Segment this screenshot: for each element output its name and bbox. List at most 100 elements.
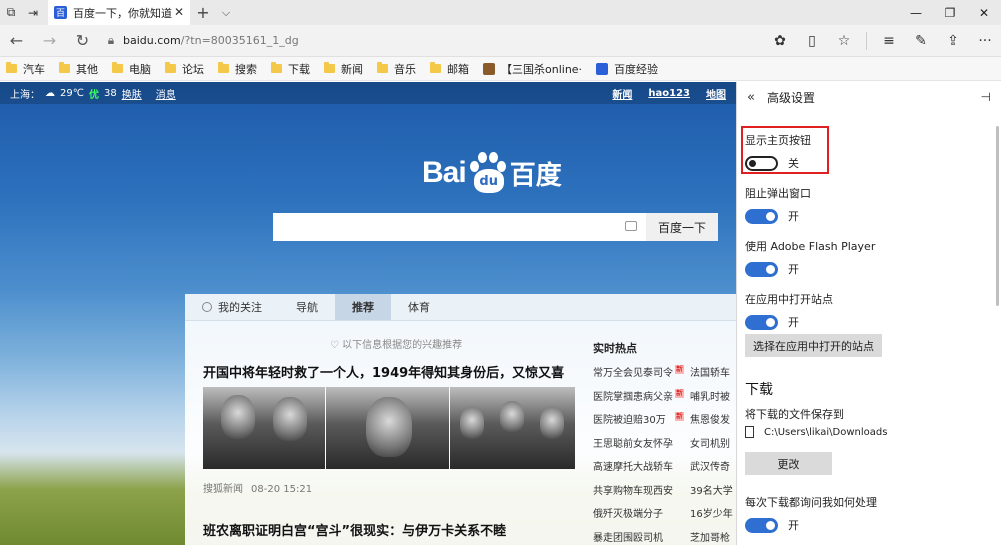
toggle-switch[interactable]	[745, 208, 778, 224]
share-icon[interactable]: ⇪	[937, 25, 969, 57]
ask-download-toggle[interactable]: 开	[745, 517, 877, 533]
hot-item[interactable]: 医院掌掴患病父亲新哺乳时被	[593, 388, 736, 412]
tab-navigation[interactable]: 导航	[279, 294, 335, 320]
chevron-down-icon[interactable]: ⌵	[216, 6, 236, 20]
favorite-item[interactable]: 新闻	[324, 61, 363, 77]
close-window-icon[interactable]: ✕	[967, 0, 1001, 25]
flash-toggle[interactable]: 开	[745, 261, 875, 277]
scrollbar[interactable]	[996, 126, 999, 306]
news-headline[interactable]: 开国中将年轻时救了一个人，1949年得知其身份后，又惊又喜	[203, 362, 564, 381]
favorite-item[interactable]: 论坛	[165, 61, 204, 77]
choose-sites-button[interactable]: 选择在应用中打开的站点	[745, 334, 882, 357]
extension-icon[interactable]: ✿	[764, 25, 796, 57]
weather-widget[interactable]: 上海： ☁ 29℃ 优 38	[10, 86, 122, 101]
new-tab-icon[interactable]: +	[190, 3, 216, 22]
toggle-switch[interactable]	[745, 261, 778, 277]
favorite-item[interactable]: 【三国杀online·	[483, 61, 582, 77]
favorite-star-icon[interactable]: ☆	[828, 25, 860, 57]
new-badge: 新	[675, 412, 684, 421]
favorite-item[interactable]: 其他	[59, 61, 98, 77]
tab-title: 百度一下，你就知道	[73, 6, 172, 20]
open-in-app-toggle[interactable]: 开	[745, 314, 833, 330]
toolbar-divider	[866, 32, 867, 50]
skin-link[interactable]: 换肤	[122, 86, 142, 101]
refresh-icon[interactable]: ↻	[66, 25, 99, 57]
url-path: /?tn=80035161_1_dg	[180, 34, 299, 47]
setting-home-button: 显示主页按钮 关	[741, 126, 829, 174]
search-button[interactable]: 百度一下	[646, 213, 718, 241]
favorite-item[interactable]: 下载	[271, 61, 310, 77]
badge-slot	[675, 530, 684, 539]
back-arrow-icon[interactable]: ←	[0, 25, 33, 57]
folder-icon	[59, 62, 70, 73]
favorite-item[interactable]: 百度经验	[596, 61, 658, 77]
favorite-item[interactable]: 音乐	[377, 61, 416, 77]
toggle-switch[interactable]	[745, 155, 778, 171]
search-box: 百度一下	[273, 213, 718, 241]
save-path-row: C:\Users\likai\Downloads	[745, 426, 887, 438]
new-badge: 新	[675, 388, 684, 398]
back-chevron-icon[interactable]: «	[747, 90, 755, 105]
close-tab-icon[interactable]: ✕	[174, 5, 184, 19]
favorite-item[interactable]: 邮箱	[430, 61, 469, 77]
toggle-state: 开	[788, 263, 799, 276]
news-source[interactable]: 搜狐新闻	[203, 484, 243, 495]
change-button[interactable]: 更改	[745, 452, 832, 475]
news-link[interactable]: 新闻	[612, 86, 632, 101]
tab-recommend[interactable]: 推荐	[335, 294, 391, 320]
news-photo	[325, 387, 450, 469]
flash-label: 使用 Adobe Flash Player	[745, 240, 876, 253]
temperature: 29℃	[60, 87, 84, 99]
block-popups-toggle[interactable]: 开	[745, 208, 811, 224]
tab-preview-icon[interactable]: ⧉	[0, 0, 22, 25]
photo-face	[273, 397, 307, 441]
news-photos[interactable]	[203, 387, 576, 469]
hot-item[interactable]: 王思聪前女友怀孕 女司机别	[593, 435, 736, 459]
news-photo	[450, 387, 575, 469]
favorite-item[interactable]: 电脑	[112, 61, 151, 77]
baidu-logo: Bai du 百度	[422, 148, 562, 198]
pin-icon[interactable]: ⊣	[981, 90, 991, 104]
folder-icon	[6, 62, 17, 73]
toggle-switch[interactable]	[745, 314, 778, 330]
baidu-favicon-icon: 百	[54, 6, 67, 19]
set-aside-tabs-icon[interactable]: ⇥	[22, 0, 44, 25]
pane-title: 高级设置	[766, 90, 815, 105]
camera-icon[interactable]	[625, 221, 637, 231]
toggle-switch[interactable]	[745, 517, 778, 533]
tab-baidu[interactable]: 百 百度一下，你就知道 ✕	[48, 0, 190, 25]
hot-item[interactable]: 高速摩托大战轿车 武汉传奇	[593, 458, 736, 482]
open-in-app-label: 在应用中打开站点	[745, 293, 833, 306]
minimize-icon[interactable]: —	[899, 0, 933, 25]
toggle-state: 开	[788, 210, 799, 223]
hot-item[interactable]: 医院被迫赔30万新焦恩俊发	[593, 411, 736, 435]
pane-header: « 高级设置 ⊣	[737, 82, 1001, 112]
hot-item[interactable]: 常万全会见泰司令新法国轿车	[593, 364, 736, 388]
hao123-link[interactable]: hao123	[648, 88, 690, 99]
favorite-item[interactable]: 汽车	[6, 61, 45, 77]
favorite-item[interactable]: 搜索	[218, 61, 257, 77]
map-link[interactable]: 地图	[706, 86, 726, 101]
restore-icon[interactable]: ❐	[933, 0, 967, 25]
hub-icon[interactable]: ≡	[873, 25, 905, 57]
badge-slot	[675, 459, 684, 468]
tab-sports[interactable]: 体育	[391, 294, 447, 320]
hot-item[interactable]: 共享购物车现西安 39名大学	[593, 482, 736, 506]
tab-following[interactable]: 我的关注	[185, 294, 279, 320]
search-input[interactable]	[273, 213, 646, 241]
more-icon[interactable]: ···	[969, 25, 1001, 57]
aqi-value: 38	[103, 87, 117, 99]
url-field[interactable]: baidu.com/?tn=80035161_1_dg	[123, 34, 299, 47]
news-headline-2[interactable]: 班农离职证明白宫“宫斗”很现实：与伊万卡关系不睦	[203, 520, 506, 539]
setting-choose-sites: 选择在应用中打开的站点	[745, 334, 882, 357]
reading-view-icon[interactable]: ▯	[796, 25, 828, 57]
web-note-icon[interactable]: ✎	[905, 25, 937, 57]
message-link[interactable]: 消息	[156, 86, 176, 101]
folder-icon	[112, 62, 123, 73]
forward-arrow-icon[interactable]: →	[33, 25, 66, 57]
hot-item[interactable]: 暴走团围殴司机 芝加哥枪	[593, 529, 736, 545]
paw-text: du	[473, 169, 504, 193]
hot-item[interactable]: 俄歼灭极端分子 16岁少年	[593, 505, 736, 529]
advanced-settings-pane: « 高级设置 ⊣ 显示主页按钮 关 阻止弹出窗口 开 使用 Adobe Flas…	[736, 82, 1001, 545]
setting-open-in-app: 在应用中打开站点 开	[745, 291, 833, 330]
